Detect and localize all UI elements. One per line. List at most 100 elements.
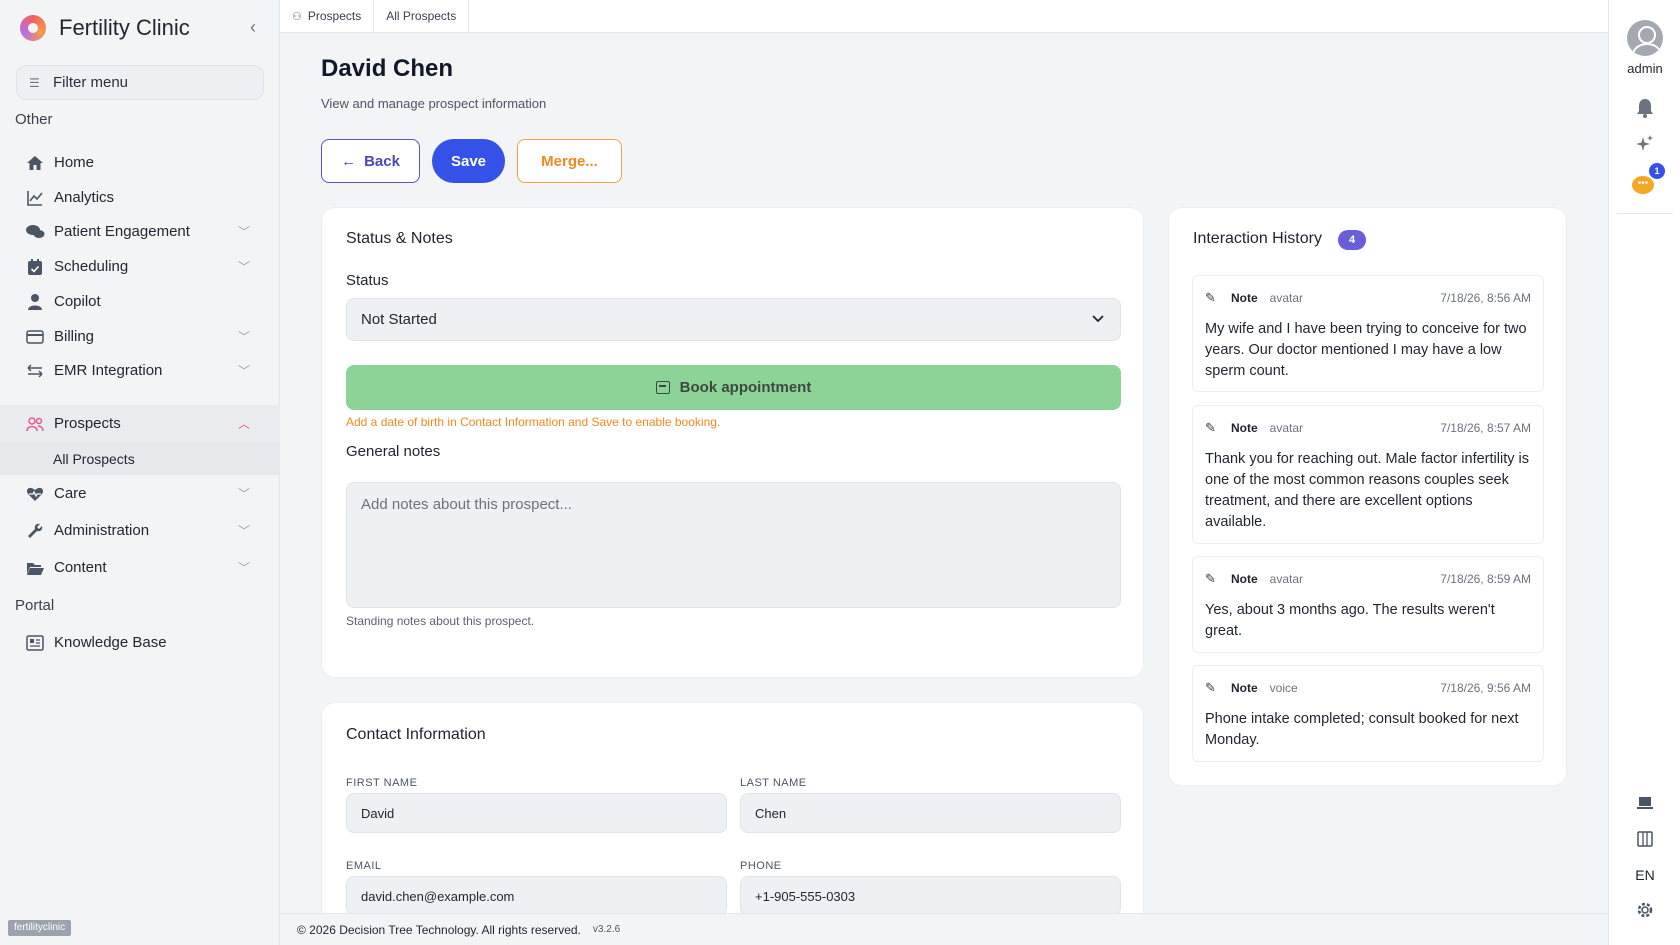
version-text: v3.2.6 — [592, 924, 621, 935]
merge-button[interactable]: Merge... — [517, 139, 622, 183]
sidebar-item-label: Billing — [54, 328, 95, 345]
bell-icon[interactable] — [1609, 98, 1680, 123]
entry-source: avatar — [1269, 572, 1304, 586]
book-appointment-button[interactable]: Book appointment — [346, 365, 1121, 410]
chevron-down-icon: ﹀ — [237, 561, 250, 575]
entry-type: Note — [1231, 291, 1258, 305]
entry-time: 7/18/26, 8:59 AM — [1440, 572, 1531, 586]
chevron-down-icon: ﹀ — [237, 225, 250, 239]
columns-icon[interactable] — [1609, 831, 1680, 852]
sidebar-item-patient-engagement[interactable]: Patient Engagement ﹀ — [0, 213, 280, 250]
divider — [1617, 213, 1673, 214]
breadcrumb: ⚇ Prospects All Prospects — [280, 0, 1608, 33]
chat-bubbles-icon — [25, 222, 45, 242]
filter-menu-input[interactable]: ☰ Filter menu — [16, 65, 264, 100]
phone-field[interactable]: +1-905-555-0303 — [740, 876, 1121, 916]
main-content: ⚇ Prospects All Prospects David Chen Vie… — [280, 0, 1608, 945]
page-title: David Chen — [321, 55, 454, 82]
save-button[interactable]: Save — [432, 139, 505, 183]
footer: © 2026 Decision Tree Technology. All rig… — [280, 913, 1608, 945]
entry-time: 7/18/26, 9:56 AM — [1440, 681, 1531, 695]
gear-icon[interactable] — [1609, 901, 1680, 924]
breadcrumb-item-all-prospects[interactable]: All Prospects — [374, 0, 470, 33]
copyright-text: © 2026 Decision Tree Technology. All rig… — [297, 922, 581, 937]
sidebar-item-label: Prospects — [54, 415, 121, 432]
chevron-down-icon: ﹀ — [237, 260, 250, 274]
filter-icon: ☰ — [29, 75, 40, 90]
status-notes-card: Status & Notes Status Not Started Book a… — [321, 207, 1144, 678]
page-subtitle: View and manage prospect information — [321, 96, 547, 111]
section-label-portal: Portal — [15, 597, 55, 614]
sparkles-icon[interactable] — [1609, 134, 1680, 159]
back-button[interactable]: ← Back — [321, 139, 420, 183]
phone-label: PHONE — [740, 860, 782, 872]
sidebar-item-administration[interactable]: Administration ﹀ — [0, 512, 280, 549]
sidebar-item-label: EMR Integration — [54, 362, 163, 379]
collapse-sidebar-chevron-left-icon[interactable]: ‹ — [250, 17, 268, 37]
language-switch[interactable]: EN — [1609, 867, 1680, 883]
heart-pulse-icon — [25, 484, 45, 504]
sidebar-item-knowledge-base[interactable]: Knowledge Base — [0, 624, 280, 661]
status-select[interactable]: Not Started — [346, 298, 1121, 341]
booking-warning: Add a date of birth in Contact Informati… — [346, 415, 721, 429]
sidebar-item-scheduling[interactable]: Scheduling ﹀ — [0, 248, 280, 285]
history-entry[interactable]: ✎ Note avatar 7/18/26, 8:56 AM My wife a… — [1192, 275, 1544, 392]
entry-text: Yes, about 3 months ago. The results wer… — [1205, 602, 1495, 639]
status-value: Not Started — [361, 311, 437, 328]
email-field[interactable]: david.chen@example.com — [346, 876, 727, 916]
sidebar-item-copilot[interactable]: Copilot — [0, 283, 280, 320]
card-title: Status & Notes — [346, 230, 453, 247]
card-title: Contact Information — [346, 726, 486, 743]
filter-placeholder: Filter menu — [53, 74, 129, 91]
entry-time: 7/18/26, 8:57 AM — [1440, 421, 1531, 435]
chevron-down-icon: ﹀ — [237, 487, 250, 501]
chat-notification-badge: 1 — [1649, 163, 1665, 179]
card-title: Interaction History — [1193, 230, 1322, 247]
notes-helper-text: Standing notes about this prospect. — [346, 614, 535, 628]
book-appointment-label: Book appointment — [679, 379, 812, 396]
history-entry[interactable]: ✎ Note voice 7/18/26, 9:56 AM Phone inta… — [1192, 665, 1544, 762]
chevron-down-icon — [1092, 312, 1104, 326]
history-count-badge: 4 — [1338, 230, 1366, 250]
credit-card-icon — [25, 327, 45, 347]
sidebar-item-care[interactable]: Care ﹀ — [0, 475, 280, 512]
avatar[interactable] — [1627, 20, 1663, 56]
contact-information-card: Contact Information FIRST NAME David LAS… — [321, 702, 1144, 945]
sidebar-item-billing[interactable]: Billing ﹀ — [0, 318, 280, 355]
sidebar-subitem-all-prospects[interactable]: All Prospects — [0, 442, 280, 475]
entry-source: voice — [1269, 681, 1298, 695]
sidebar-item-home[interactable]: Home — [0, 144, 280, 181]
breadcrumb-label: All Prospects — [386, 9, 457, 23]
right-rail: admin ••• 1 EN — [1608, 0, 1680, 945]
chevron-up-icon: ︿ — [237, 417, 250, 431]
breadcrumb-label: Prospects — [307, 9, 362, 23]
brand[interactable]: Fertility Clinic — [20, 13, 190, 43]
sidebar-item-label: Analytics — [54, 189, 115, 206]
last-name-field[interactable]: Chen — [740, 793, 1121, 833]
entry-type: Note — [1231, 681, 1258, 695]
sidebar-item-label: Copilot — [54, 293, 101, 310]
breadcrumb-item-prospects[interactable]: ⚇ Prospects — [280, 0, 375, 33]
sidebar-item-analytics[interactable]: Analytics — [0, 179, 280, 216]
history-entry[interactable]: ✎ Note avatar 7/18/26, 8:57 AM Thank you… — [1192, 405, 1544, 544]
general-notes-textarea[interactable]: Add notes about this prospect... — [346, 482, 1121, 608]
laptop-icon[interactable] — [1609, 795, 1680, 815]
user-name: admin — [1627, 61, 1663, 76]
tenant-badge: fertilityclinic — [8, 920, 72, 936]
chart-line-icon — [25, 188, 45, 208]
calendar-icon — [655, 381, 670, 394]
chat-icon[interactable]: ••• — [1632, 176, 1654, 194]
person-icon — [25, 292, 45, 312]
sidebar-item-prospects[interactable]: Prospects ︿ — [0, 405, 280, 442]
sidebar-item-content[interactable]: Content ﹀ — [0, 549, 280, 586]
section-label-other: Other — [15, 111, 53, 128]
last-name-label: LAST NAME — [740, 777, 807, 789]
first-name-field[interactable]: David — [346, 793, 727, 833]
brand-title: Fertility Clinic — [59, 15, 190, 40]
entry-text: Thank you for reaching out. Male factor … — [1205, 451, 1529, 530]
history-entry[interactable]: ✎ Note avatar 7/18/26, 8:59 AM Yes, abou… — [1192, 556, 1544, 653]
brand-logo-icon — [20, 15, 46, 41]
entry-text: Phone intake completed; consult booked f… — [1205, 711, 1519, 748]
sidebar-item-emr-integration[interactable]: EMR Integration ﹀ — [0, 352, 280, 389]
users-icon — [25, 414, 45, 434]
